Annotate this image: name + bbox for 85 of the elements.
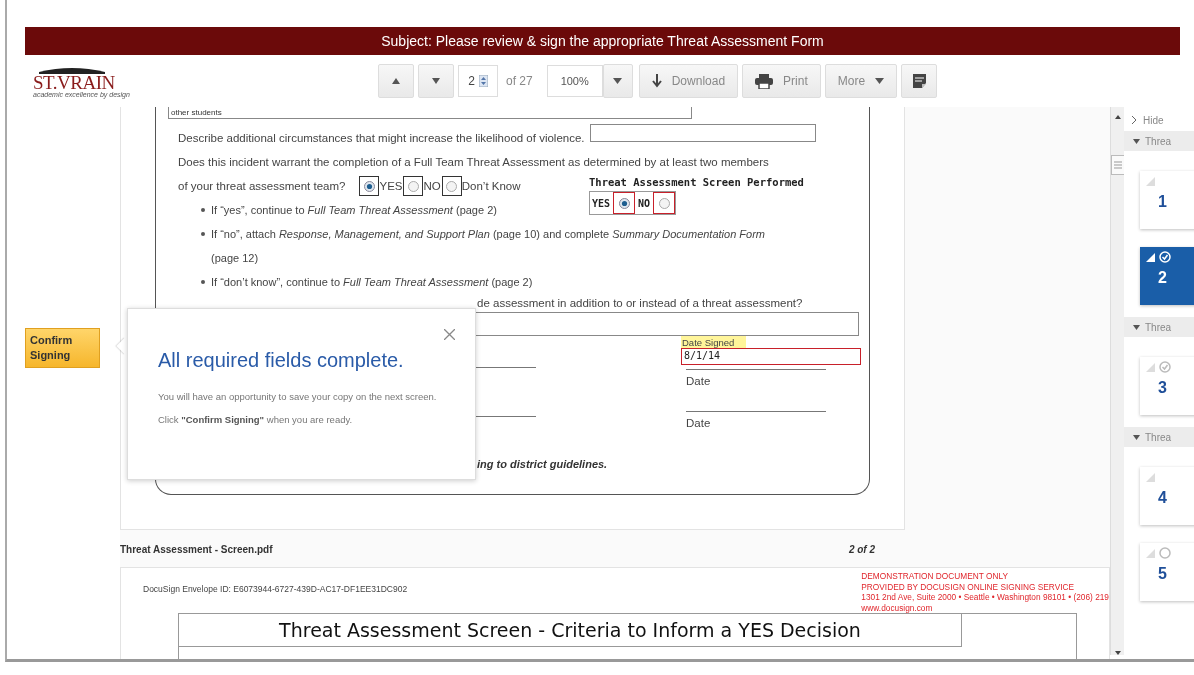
field-label: Date [686,411,826,429]
check-circle-icon [1159,361,1171,373]
printer-icon [755,73,774,89]
instruction-text: If “yes”, continue to Full Team Threat Assessment (page 2) [211,203,497,218]
hide-button[interactable]: Hide [1124,107,1164,129]
corner-icon [1146,362,1155,372]
notes-button[interactable] [901,64,938,98]
popup-title: All required fields complete. [158,349,405,372]
option-label: NO [638,197,651,209]
radio-button[interactable] [653,192,676,214]
bullet-dot [201,280,205,284]
option-label: NO [423,180,441,192]
close-button[interactable] [444,329,455,340]
question-text: Does this incident warrant the completion of a Full Team Threat Assessment as determined by at least two members [178,156,769,168]
radio-circle-icon [658,197,670,209]
triangle-icon [1133,324,1140,330]
instruction-text: If “no”, attach Response, Management, and Support Plan (page 10) and complete Summary Documentation Form (page 12) [211,227,766,266]
popup-instruction: Click "Confirm Signing" when you are ready. [158,413,354,426]
corner-icon [1146,548,1155,558]
zoom-dropdown-button[interactable] [602,64,633,98]
page-number-field[interactable]: 2 [458,65,498,97]
page-thumbnail[interactable]: 4 [1140,467,1194,525]
file-name: Threat Assessment - Screen.pdf [120,543,273,555]
table-title: Threat Assessment Screen - Criteria to Inform a YES Decision [279,619,861,641]
date-field[interactable]: 8/1/14 [681,348,861,365]
corner-icon [1146,176,1155,186]
page-count: of 27 [506,74,533,88]
notice-text: www.docusign.com [861,602,934,613]
spinner-icon [478,75,488,87]
download-icon [651,74,662,88]
bullet-dot [201,232,205,236]
radio-button[interactable] [403,176,424,196]
page-indicator: 2 of 2 [848,543,875,555]
corner-icon [1146,472,1155,482]
envelope-id: DocuSign Envelope ID: E6073944-6727-439D-AC17-DF1EE31DC902 [143,584,408,596]
note-text: ing to district guidelines. [477,458,608,470]
text-field[interactable]: other students [168,107,692,119]
field-label: Date [686,369,826,387]
note-icon [912,74,926,88]
field-label: Threat Assessment Screen Performed [589,176,804,188]
question-text: de assessment in addition to or instead of a threat assessment? [477,297,803,309]
scrollbar-thumb[interactable] [1110,155,1125,175]
radio-button[interactable] [441,176,462,196]
radio-circle-icon [618,197,630,209]
popup-message: You will have an opportunity to save your copy on the next screen. [158,390,438,403]
notice-text: PROVIDED BY DOCUSIGN ONLINE SIGNING SERVICE [861,581,1076,592]
instruction-text: If “don’t know”, continue to Full Team Threat Assessment (page 2) [211,275,533,290]
option-label: YES [379,180,403,192]
option-label: YES [592,197,611,209]
close-icon [444,329,455,340]
subject-text: Subject: Please review & sign the appropriate Threat Assessment Form [381,33,824,49]
down-triangle-icon [432,78,440,84]
scroll-up-icon [1114,115,1121,119]
chevron-icon [1132,116,1137,124]
triangle-icon [1133,138,1140,144]
notice-text: 1301 2nd Ave, Suite 2000 • Seattle • Washington 98101 • (206) 219 [861,592,1109,603]
scroll-down-icon [1114,651,1121,655]
confirm-signing-button[interactable]: Confirm Signing [25,328,100,368]
question-text: Describe additional circumstances that might increase the likelihood of violence. [178,132,585,144]
radio-circle-icon [446,180,458,192]
triangle-icon [1133,434,1140,440]
page-thumbnail[interactable]: 1 [1140,171,1194,229]
radio-button[interactable] [613,192,636,214]
check-circle-icon [1159,251,1171,263]
radio-circle-icon [363,180,375,192]
question-text: of your threat assessment team? [178,180,346,192]
notice-text: DEMONSTRATION DOCUMENT ONLY [861,571,1009,582]
scrollbar[interactable] [1110,107,1124,655]
page-thumbnail[interactable]: 5 [1140,543,1194,601]
page-thumbnail[interactable]: 2 [1140,247,1194,305]
logo-text: ST.VRAIN [33,73,115,92]
radio-button[interactable] [359,176,380,196]
page-thumbnail[interactable]: 3 [1140,357,1194,415]
bullet-dot [201,208,205,212]
circle-icon [1159,547,1171,559]
caret-icon [875,78,885,84]
radio-circle-icon [408,180,419,192]
field-label: Date Signed [681,336,747,348]
input-field[interactable] [589,124,816,142]
up-triangle-icon [392,78,400,84]
corner-icon [1146,252,1155,262]
zoom-field[interactable]: 100% [546,65,603,97]
grip-icon [1113,161,1122,169]
caret-icon [613,78,623,84]
option-label: Don’t Know [461,180,521,192]
